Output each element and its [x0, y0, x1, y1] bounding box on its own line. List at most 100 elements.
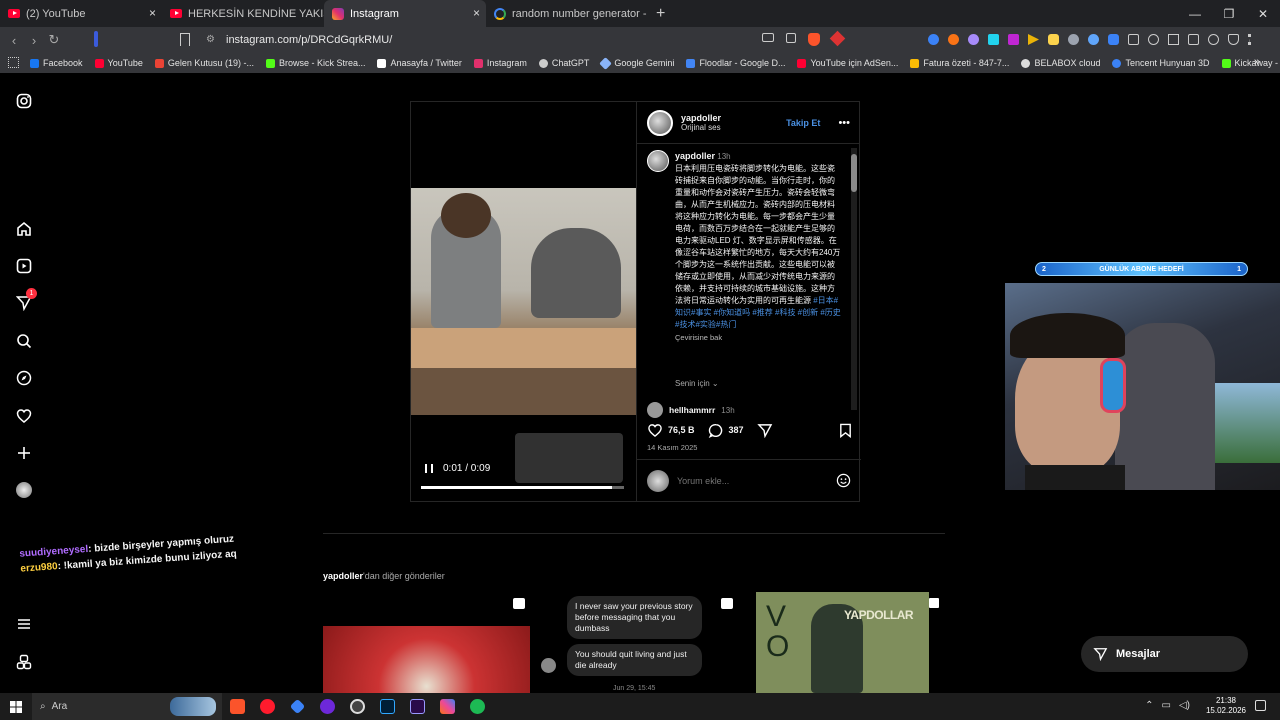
apps-icon[interactable] [8, 57, 19, 68]
close-window-button[interactable]: ✕ [1246, 0, 1280, 27]
bookmark-item[interactable]: Instagram [473, 58, 527, 68]
bookmark-item[interactable]: Anasayfa / Twitter [377, 58, 462, 68]
post-thumbnail[interactable]: I never saw your previous story before m… [531, 592, 738, 693]
extension-icon[interactable] [1088, 34, 1099, 45]
bookmark-item[interactable]: YouTube [94, 58, 143, 68]
brave-shield-icon[interactable] [808, 33, 820, 46]
photos-app[interactable] [432, 693, 462, 720]
photoshop-app[interactable] [372, 693, 402, 720]
chevron-up-icon[interactable]: ⌃ [1145, 700, 1153, 711]
tab-youtube-video[interactable]: HERKESİN KENDİNE YAKIŞANI YAPTIĞ [162, 0, 324, 27]
forward-icon[interactable]: › [24, 33, 44, 48]
threads-icon[interactable] [15, 653, 33, 671]
cast-icon[interactable] [762, 33, 774, 42]
like-count[interactable]: 76,5 B [668, 425, 695, 435]
tab-instagram[interactable]: Instagram × [324, 0, 486, 27]
bookmark-item[interactable]: BELABOX cloud [1021, 58, 1100, 68]
commenter-avatar[interactable] [647, 402, 663, 418]
author-avatar[interactable] [647, 109, 673, 136]
extension-icon[interactable] [928, 34, 939, 45]
site-info-icon[interactable]: ⚙ [206, 34, 215, 45]
create-icon[interactable] [15, 444, 33, 462]
leo-icon[interactable] [1208, 34, 1219, 45]
sidebar-toggle-icon[interactable] [1168, 34, 1179, 45]
commenter-username[interactable]: hellhammrr [669, 405, 715, 415]
extension-icon[interactable] [1008, 34, 1019, 45]
menu-icon[interactable] [1248, 34, 1251, 45]
extension-icon[interactable] [1068, 34, 1079, 45]
extension-icon[interactable] [1108, 34, 1119, 45]
extension-icon[interactable] [1128, 34, 1139, 45]
explore-icon[interactable] [15, 369, 33, 387]
profile-avatar[interactable] [15, 481, 33, 499]
pause-icon[interactable] [425, 464, 433, 473]
spotify-app[interactable] [462, 693, 492, 720]
volume-icon[interactable]: ◁) [1179, 700, 1190, 711]
heart-icon[interactable] [15, 407, 33, 425]
bookmark-item[interactable]: Google Gemini [599, 56, 674, 70]
brave-rewards-icon[interactable] [829, 30, 846, 47]
share-icon[interactable] [786, 33, 796, 43]
emoji-icon[interactable] [836, 473, 851, 488]
app-icon[interactable] [282, 693, 312, 720]
vpn-icon[interactable] [1228, 34, 1239, 45]
instagram-logo-icon[interactable] [15, 92, 33, 110]
author-username[interactable]: yapdoller [681, 113, 721, 123]
post-thumbnail[interactable] [323, 592, 530, 693]
bookmark-item[interactable]: Facebook [30, 58, 83, 68]
share-icon[interactable] [756, 423, 773, 438]
extension-icon[interactable] [1028, 34, 1039, 45]
scrollbar-thumb[interactable] [851, 154, 857, 192]
network-icon[interactable]: ▭ [1162, 700, 1171, 711]
save-icon[interactable] [839, 423, 852, 438]
extension-icon[interactable] [968, 34, 979, 45]
comment-icon[interactable] [708, 423, 724, 438]
like-icon[interactable] [647, 423, 663, 438]
bookmark-item[interactable]: ChatGPT [538, 58, 589, 68]
tab-youtube[interactable]: (2) YouTube × [0, 0, 162, 27]
bookmark-item[interactable]: Fatura özeti - 847-7... [910, 58, 1009, 68]
premiere-app[interactable] [402, 693, 432, 720]
extension-icon[interactable] [988, 34, 999, 45]
minimize-button[interactable]: — [1178, 0, 1212, 27]
restore-button[interactable]: ❐ [1212, 0, 1246, 27]
caption-username[interactable]: yapdoller [675, 151, 715, 161]
new-tab-button[interactable]: + [656, 5, 665, 23]
comment-count[interactable]: 387 [729, 425, 744, 435]
menu-icon[interactable] [15, 615, 33, 633]
messages-button[interactable]: Mesajlar [1081, 636, 1248, 672]
taskbar-search[interactable]: ⌕ Ara [32, 693, 222, 720]
bookmark-item[interactable]: Browse - Kick Strea... [265, 58, 365, 68]
video-player[interactable]: 0:01 / 0:09 [411, 102, 636, 501]
comment-input[interactable] [677, 475, 828, 486]
caption-avatar[interactable] [647, 150, 669, 172]
more-options-icon[interactable]: ••• [838, 117, 850, 129]
tab-close-icon[interactable]: × [473, 6, 480, 20]
bookmark-item[interactable]: Floodlar - Google D... [686, 58, 785, 68]
see-translation-link[interactable]: Çevirisine bak [675, 332, 842, 344]
brave-app[interactable] [222, 693, 252, 720]
direct-icon[interactable]: 1 [15, 288, 37, 312]
tab-close-icon[interactable]: × [149, 6, 156, 20]
home-icon[interactable] [15, 220, 33, 238]
notifications-icon[interactable] [1255, 700, 1266, 711]
extension-icon[interactable] [948, 34, 959, 45]
opera-app[interactable] [252, 693, 282, 720]
video-frame[interactable] [411, 188, 636, 415]
obs-app[interactable] [312, 693, 342, 720]
extension-icon[interactable] [1048, 34, 1059, 45]
address-bar[interactable]: ⚙ instagram.com/p/DRCdGqrkRMU/ [198, 30, 798, 50]
audio-label[interactable]: Orijinal ses [681, 123, 721, 132]
bookmark-item[interactable]: Tencent Hunyuan 3D [1112, 58, 1210, 68]
start-button[interactable] [0, 693, 32, 720]
search-icon[interactable] [15, 332, 33, 350]
video-progress-bar[interactable] [421, 486, 624, 489]
app-icon[interactable] [342, 693, 372, 720]
bookmark-item[interactable]: Gelen Kutusu (19) -... [154, 58, 254, 68]
back-icon[interactable]: ‹ [4, 33, 24, 48]
tab-google[interactable]: random number generator - Google [486, 0, 648, 27]
follow-button[interactable]: Takip Et [786, 118, 820, 128]
reels-icon[interactable] [15, 257, 33, 275]
bookmark-item[interactable]: Kickaway - Kick Çeki... [1221, 58, 1280, 68]
clock[interactable]: 21:38 15.02.2026 [1206, 696, 1246, 716]
